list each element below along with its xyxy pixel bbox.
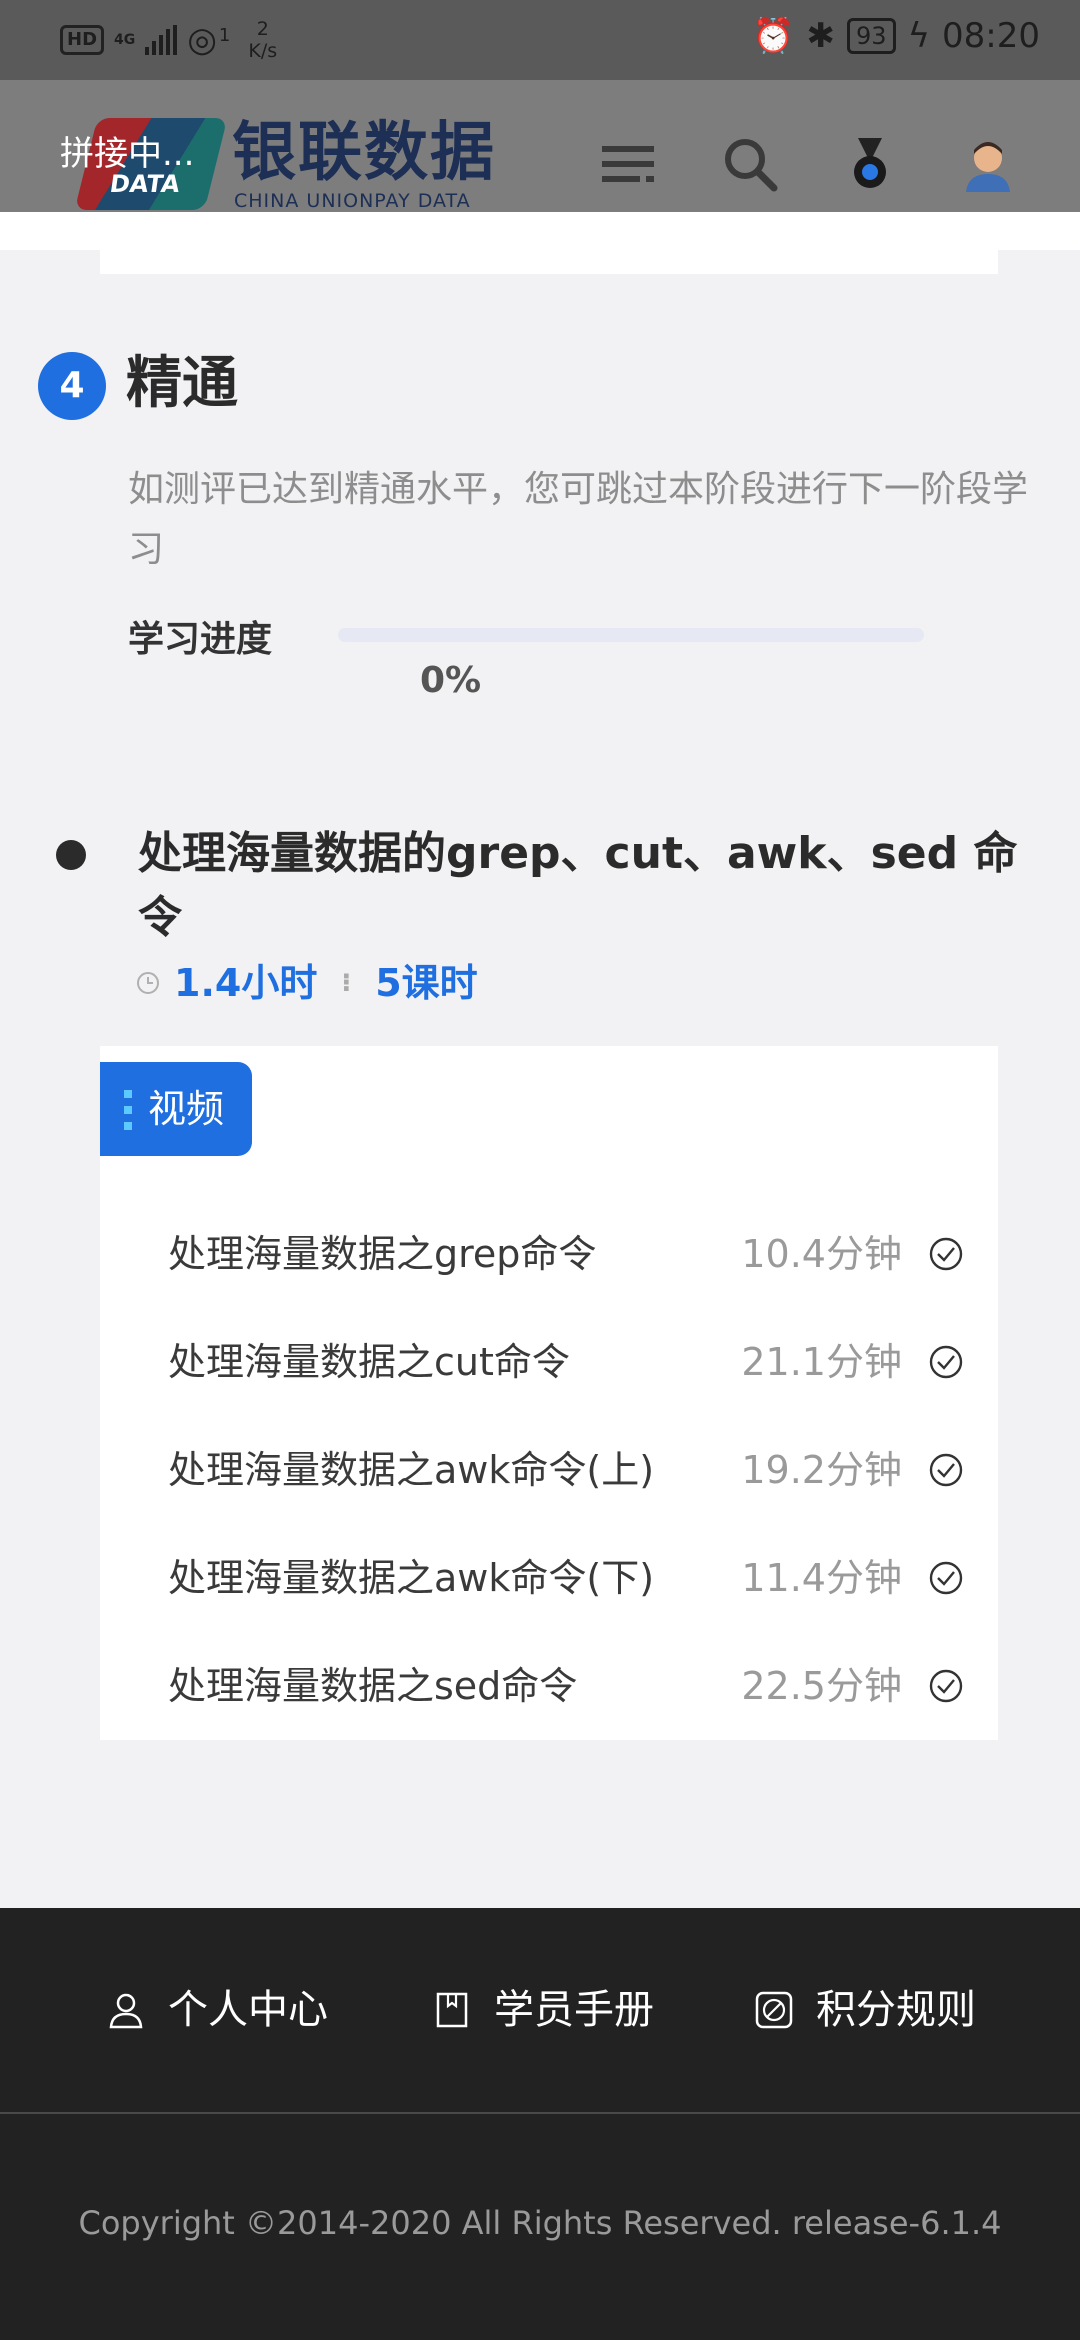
video-tag: 视频 — [100, 1062, 252, 1156]
video-tag-label: 视频 — [148, 1087, 225, 1131]
check-circle-icon — [929, 1237, 963, 1271]
network-type: 4G — [114, 32, 136, 48]
speed-unit: K/s — [248, 40, 278, 62]
footer-link-student-manual[interactable]: 学员手册 — [432, 1978, 654, 2042]
progress-bar — [338, 628, 924, 642]
lesson-item[interactable]: 处理海量数据之awk命令(下) 11.4分钟 — [100, 1524, 998, 1632]
previous-card-edge — [100, 250, 998, 274]
stage-title: 精通 — [126, 351, 238, 416]
lesson-name: 处理海量数据之awk命令(下) — [168, 1556, 655, 1600]
footer-link-personal-center[interactable]: 个人中心 — [106, 1978, 328, 2042]
hd-badge: HD — [60, 25, 105, 55]
lesson-duration: 19.2分钟 — [741, 1448, 902, 1492]
progress-label: 学习进度 — [128, 619, 273, 660]
tag-dots-icon — [124, 1090, 132, 1130]
check-circle-icon — [929, 1669, 963, 1703]
course-meta: 1.4小时 ⁝ 5课时 — [136, 958, 478, 1008]
alarm-icon: ⏰ — [752, 16, 795, 56]
user-icon — [109, 1993, 143, 2029]
footer-link-label: 个人中心 — [168, 1987, 328, 2033]
rules-icon — [755, 1991, 793, 2029]
footer-divider — [0, 2112, 1080, 2114]
bluetooth-icon: ✱ — [806, 16, 836, 56]
menu-icon[interactable] — [598, 134, 658, 194]
lesson-item[interactable]: 处理海量数据之sed命令 22.5分钟 — [100, 1632, 998, 1740]
signal-icon — [145, 25, 178, 55]
footer-link-points-rules[interactable]: 积分规则 — [754, 1978, 976, 2042]
footer: 个人中心 学员手册 积分规则 Copyright ©2014-2020 All … — [0, 1908, 1080, 2340]
avatar[interactable] — [958, 134, 1018, 194]
wifi-icon: ◎ — [187, 20, 217, 60]
search-icon[interactable] — [720, 134, 780, 194]
lesson-item[interactable]: 处理海量数据之awk命令(上) 19.2分钟 — [100, 1416, 998, 1524]
course-title[interactable]: 处理海量数据的grep、cut、awk、sed 命令 — [138, 822, 1038, 950]
brand-name-en: CHINA UNIONPAY DATA — [234, 190, 471, 212]
check-circle-icon — [929, 1345, 963, 1379]
lesson-name: 处理海量数据之grep命令 — [168, 1232, 597, 1276]
clock-icon — [137, 972, 159, 994]
lesson-duration: 11.4分钟 — [741, 1556, 902, 1600]
lesson-name: 处理海量数据之cut命令 — [168, 1340, 570, 1384]
network-speed: 2 K/s — [248, 18, 277, 62]
lesson-list: 处理海量数据之grep命令 10.4分钟 处理海量数据之cut命令 21.1分钟… — [100, 1200, 998, 1740]
lesson-duration: 21.1分钟 — [741, 1340, 902, 1384]
app-header: DATA 拼接中... 银联数据 CHINA UNIONPAY DATA — [0, 80, 1080, 212]
footer-link-label: 积分规则 — [816, 1987, 976, 2033]
lesson-name: 处理海量数据之awk命令(上) — [168, 1448, 655, 1492]
footer-links: 个人中心 学员手册 积分规则 — [0, 1908, 1080, 2112]
speed-value: 2 — [256, 18, 269, 40]
lesson-duration: 10.4分钟 — [741, 1232, 902, 1276]
status-bar: HD 4G ◎ 1 2 K/s ⏰ ✱ 93 ϟ 08:20 — [0, 0, 1080, 80]
lesson-item[interactable]: 处理海量数据之cut命令 21.1分钟 — [100, 1308, 998, 1416]
battery-indicator: 93 — [847, 18, 896, 54]
course-lesson-count: 5课时 — [375, 961, 478, 1005]
book-icon — [436, 1992, 468, 2028]
charging-icon: ϟ — [907, 16, 931, 56]
progress-percent: 0% — [420, 660, 482, 701]
status-time: 08:20 — [942, 16, 1040, 56]
course-bullet — [56, 840, 86, 870]
course-hours: 1.4小时 — [174, 961, 318, 1005]
stage-number-badge: 4 — [38, 352, 106, 420]
lesson-name: 处理海量数据之sed命令 — [168, 1664, 578, 1708]
medal-icon[interactable] — [840, 134, 900, 194]
splice-status: 拼接中... — [60, 134, 195, 174]
footer-link-label: 学员手册 — [494, 1987, 654, 2033]
previous-section-edge — [0, 212, 1080, 250]
brand-name: 银联数据 — [232, 116, 496, 190]
check-circle-icon — [929, 1453, 963, 1487]
copyright-text: Copyright ©2014-2020 All Rights Reserved… — [78, 2204, 1002, 2242]
lesson-duration: 22.5分钟 — [741, 1664, 902, 1708]
check-circle-icon — [929, 1561, 963, 1595]
stage-description: 如测评已达到精通水平，您可跳过本阶段进行下一阶段学习 — [128, 469, 1029, 570]
wifi-sub: 1 — [218, 24, 231, 46]
lesson-item[interactable]: 处理海量数据之grep命令 10.4分钟 — [100, 1200, 998, 1308]
meta-separator: ⁝ — [341, 968, 352, 998]
